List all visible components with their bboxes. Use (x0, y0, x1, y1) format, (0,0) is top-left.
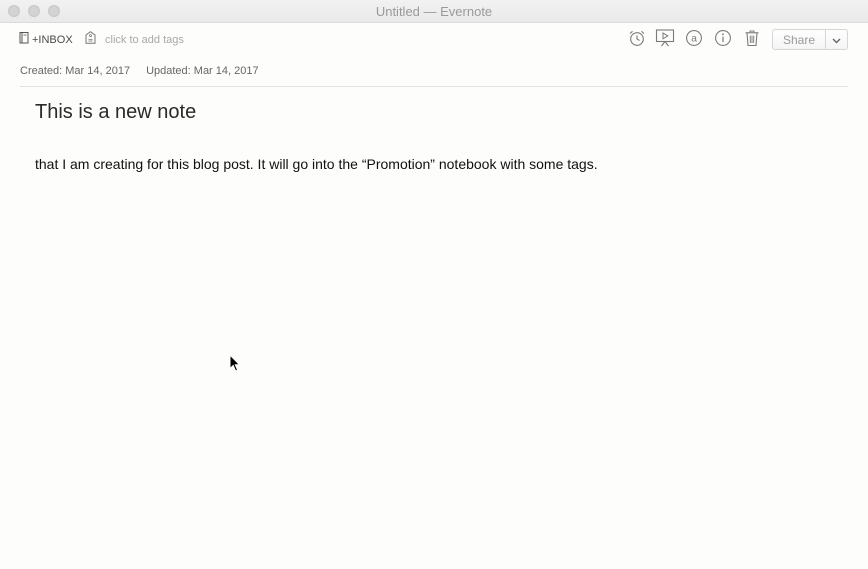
note-toolbar: +INBOX click to add tags a Share (0, 23, 868, 57)
evernote-window: Untitled — Evernote +INBOX click to add … (0, 0, 868, 569)
svg-text:a: a (691, 32, 697, 44)
share-button-group: Share (772, 29, 848, 50)
share-button[interactable]: Share (773, 30, 825, 49)
reminder-button[interactable] (627, 30, 647, 50)
note-info-button[interactable] (713, 29, 733, 52)
share-dropdown-button[interactable] (825, 30, 847, 49)
note-title[interactable]: This is a new note (35, 101, 815, 124)
presentation-icon (655, 28, 675, 52)
work-chat-button[interactable]: a (684, 29, 704, 52)
delete-note-button[interactable] (742, 30, 762, 50)
notebook-icon (19, 32, 32, 47)
tag-input[interactable] (105, 34, 245, 46)
tag-area (85, 31, 245, 49)
alarm-icon (628, 29, 646, 52)
notebook-selector[interactable]: +INBOX (19, 32, 73, 47)
updated-date: Updated: Mar 14, 2017 (146, 65, 259, 77)
tag-icon (85, 31, 105, 49)
info-icon (714, 29, 732, 52)
notebook-label: +INBOX (32, 33, 73, 46)
trash-icon (743, 29, 761, 52)
mouse-pointer-icon (229, 353, 241, 377)
note-metadata: Created: Mar 14, 2017 Updated: Mar 14, 20… (20, 65, 259, 77)
header-divider (20, 86, 848, 87)
present-button[interactable] (655, 28, 675, 52)
chevron-down-icon (832, 31, 841, 49)
created-date: Created: Mar 14, 2017 (20, 65, 131, 77)
window-title: Untitled — Evernote (375, 4, 493, 19)
note-body[interactable]: that I am creating for this blog post. I… (35, 155, 835, 173)
at-icon: a (685, 29, 703, 52)
title-bar[interactable]: Untitled — Evernote (0, 0, 868, 23)
